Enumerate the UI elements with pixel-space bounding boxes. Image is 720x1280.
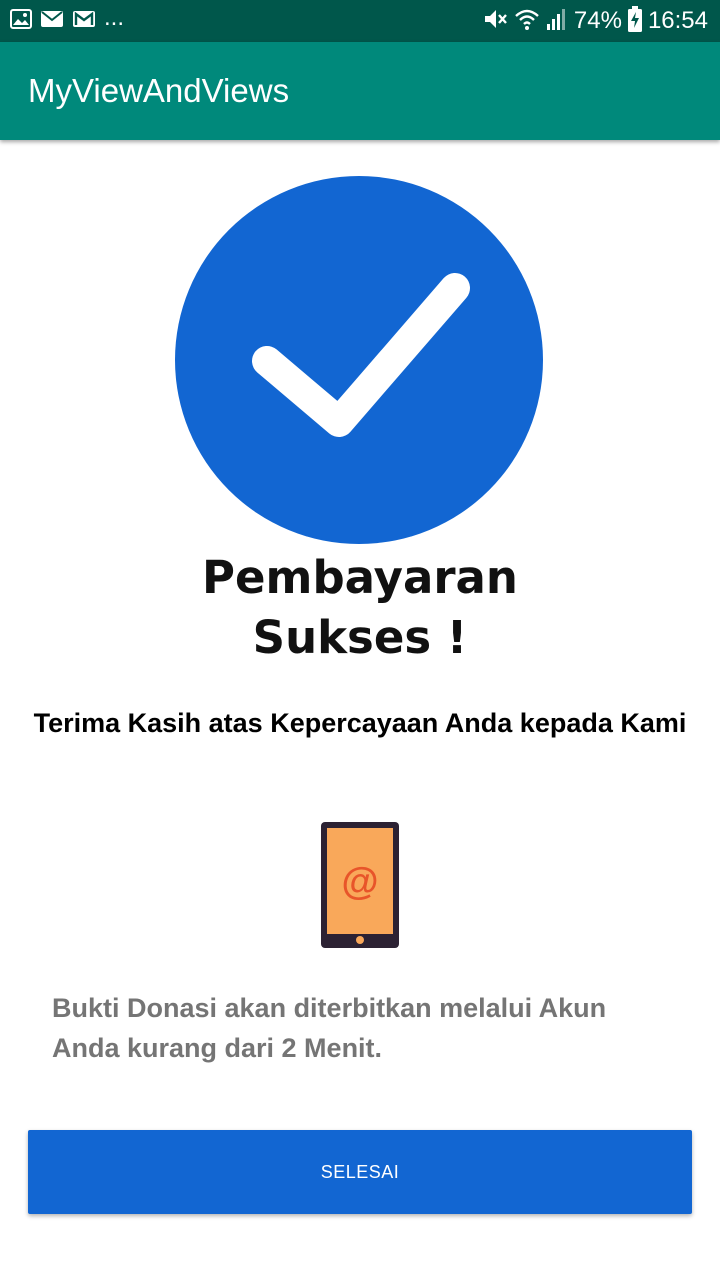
app-title: MyViewAndViews (28, 72, 290, 109)
image-icon (10, 8, 32, 34)
at-symbol: @ (341, 861, 378, 903)
status-time: 16:54 (647, 7, 708, 34)
wifi-icon (514, 7, 540, 36)
success-title-line2: Sukses ! (252, 611, 468, 664)
status-bar-right: 74% 16:54 (482, 5, 708, 37)
status-bar-left: ... (10, 4, 125, 34)
gmail-icon (72, 10, 96, 33)
signal-icon (546, 7, 568, 36)
success-title: Pembayaran Sukses ! (160, 548, 560, 668)
notification-overflow: ... (104, 4, 125, 31)
info-message: Bukti Donasi akan diterbitkan melalui Ak… (52, 993, 607, 1063)
check-circle-icon (174, 175, 544, 545)
thanks-message: Terima Kasih atas Kepercayaan Anda kepad… (33, 708, 687, 738)
app-bar: MyViewAndViews (0, 42, 720, 140)
finish-button[interactable]: SELESAI (28, 1130, 692, 1214)
battery-percent: 74% (573, 7, 622, 34)
status-bar: ... 74% 16:54 (0, 0, 720, 42)
mail-icon (40, 10, 64, 33)
success-title-line1: Pembayaran (202, 551, 518, 604)
phone-email-icon: @ (320, 820, 400, 950)
mute-icon (482, 7, 508, 36)
battery-charging-icon (627, 5, 642, 37)
